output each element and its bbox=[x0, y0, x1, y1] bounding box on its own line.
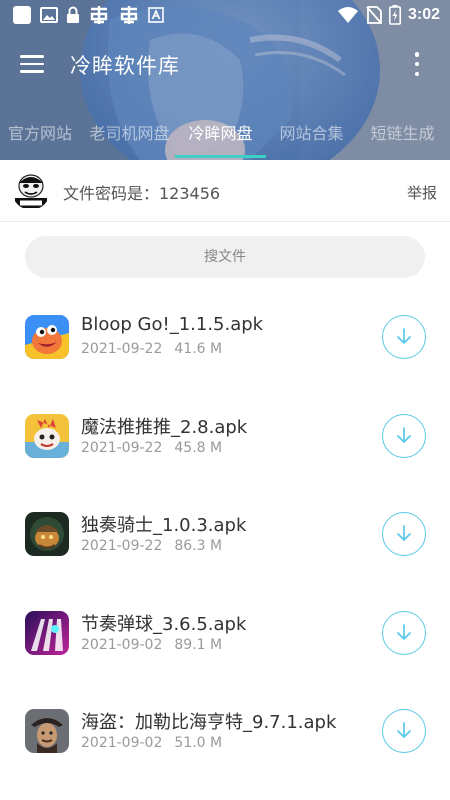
file-meta: 2021-09-22 86.3 M bbox=[81, 538, 222, 554]
tab-label: 短链生成 bbox=[370, 124, 435, 143]
file-list: Bloop Go!_1.1.5.apk 2021-09-22 41.6 M 魔法推… bbox=[0, 287, 450, 780]
tab-label: 老司机网盘 bbox=[89, 124, 170, 143]
toolbar: 冷眸软件库 bbox=[0, 36, 450, 92]
list-item[interactable]: 节奏弹球_3.6.5.apk 2021-09-02 89.1 M bbox=[0, 583, 450, 682]
wifi-icon bbox=[337, 6, 359, 24]
download-button[interactable] bbox=[382, 512, 426, 556]
report-link[interactable]: 举报 bbox=[407, 182, 437, 203]
file-name: 节奏弹球_3.6.5.apk bbox=[81, 613, 247, 635]
file-size: 86.3 M bbox=[174, 538, 223, 554]
square-icon bbox=[12, 5, 32, 25]
list-item[interactable]: 海盗：加勒比海亨特_9.7.1.apk 2021-09-02 51.0 M bbox=[0, 681, 450, 780]
file-meta: 2021-09-02 89.1 M bbox=[81, 637, 222, 653]
download-icon bbox=[397, 426, 411, 443]
list-item[interactable]: 独奏骑士_1.0.3.apk 2021-09-22 86.3 M bbox=[0, 484, 450, 583]
download-button[interactable] bbox=[382, 315, 426, 359]
app-icon-solo-knight bbox=[25, 512, 69, 556]
avatar bbox=[12, 172, 50, 210]
lock-icon bbox=[66, 6, 80, 24]
file-size: 41.6 M bbox=[174, 341, 223, 357]
app-icon-bloop-go bbox=[25, 315, 69, 359]
download-icon bbox=[397, 525, 411, 541]
list-item[interactable]: Bloop Go!_1.1.5.apk 2021-09-22 41.6 M bbox=[0, 287, 450, 386]
password-row: 文件密码是：123456 举报 bbox=[0, 160, 450, 222]
file-meta: 2021-09-22 41.6 M bbox=[81, 341, 222, 357]
battery-charging-icon bbox=[388, 5, 401, 25]
download-button[interactable] bbox=[382, 413, 426, 458]
file-name: Bloop Go!_1.1.5.apk bbox=[81, 314, 264, 335]
file-date: 2021-09-22 bbox=[81, 538, 163, 554]
tab-label: 网站合集 bbox=[279, 124, 344, 143]
download-button[interactable] bbox=[382, 610, 426, 655]
tab-official-site[interactable]: 官方网站 bbox=[0, 110, 84, 160]
download-icon bbox=[397, 328, 411, 344]
tab-lengmou-netdisk[interactable]: 冷眸网盘 bbox=[175, 110, 266, 160]
font-icon bbox=[148, 7, 164, 23]
app-icon-pirates-caribbean bbox=[25, 709, 69, 753]
app-title: 冷眸软件库 bbox=[70, 54, 180, 78]
status-time: 3:02 bbox=[407, 6, 440, 23]
download-icon bbox=[397, 722, 411, 738]
no-sim-icon bbox=[366, 6, 382, 24]
tab-label: 官方网站 bbox=[7, 124, 72, 143]
tab-site-collection[interactable]: 网站合集 bbox=[266, 110, 357, 160]
search-input[interactable] bbox=[25, 236, 425, 278]
app-header: 3:02 冷眸软件库 官方网站 老司机网盘 冷眸网盘 网站合集 短链生成 bbox=[0, 0, 450, 160]
file-date: 2021-09-22 bbox=[81, 341, 163, 357]
status-bar: 3:02 bbox=[0, 0, 450, 30]
tab-driver-netdisk[interactable]: 老司机网盘 bbox=[84, 110, 175, 160]
app-icon bbox=[88, 5, 110, 25]
file-date: 2021-09-02 bbox=[81, 735, 163, 751]
file-meta: 2021-09-02 51.0 M bbox=[81, 735, 222, 751]
more-vertical-icon[interactable] bbox=[412, 52, 422, 76]
tab-short-link[interactable]: 短链生成 bbox=[357, 110, 448, 160]
file-name: 魔法推推推_2.8.apk bbox=[81, 416, 248, 438]
file-name: 独奏骑士_1.0.3.apk bbox=[81, 515, 247, 536]
file-meta: 2021-09-22 45.8 M bbox=[81, 440, 222, 456]
tab-label: 冷眸网盘 bbox=[188, 124, 253, 143]
file-date: 2021-09-02 bbox=[81, 636, 163, 653]
hamburger-menu-icon[interactable] bbox=[20, 50, 50, 78]
tab-bar: 官方网站 老司机网盘 冷眸网盘 网站合集 短链生成 bbox=[0, 110, 450, 160]
app-icon-rhythm-ball bbox=[25, 610, 69, 655]
download-button[interactable] bbox=[382, 709, 426, 753]
file-password-text: 文件密码是：123456 bbox=[63, 184, 221, 203]
app-icon-magic-push bbox=[25, 413, 69, 458]
list-item[interactable]: 魔法推推推_2.8.apk 2021-09-22 45.8 M bbox=[0, 386, 450, 485]
app-icon bbox=[118, 5, 140, 25]
file-size: 45.8 M bbox=[174, 439, 223, 456]
file-date: 2021-09-22 bbox=[81, 439, 163, 456]
file-name: 海盗：加勒比海亨特_9.7.1.apk bbox=[81, 712, 337, 733]
file-size: 89.1 M bbox=[174, 636, 223, 653]
image-icon bbox=[40, 6, 58, 24]
file-size: 51.0 M bbox=[174, 735, 223, 751]
download-icon bbox=[397, 623, 411, 640]
